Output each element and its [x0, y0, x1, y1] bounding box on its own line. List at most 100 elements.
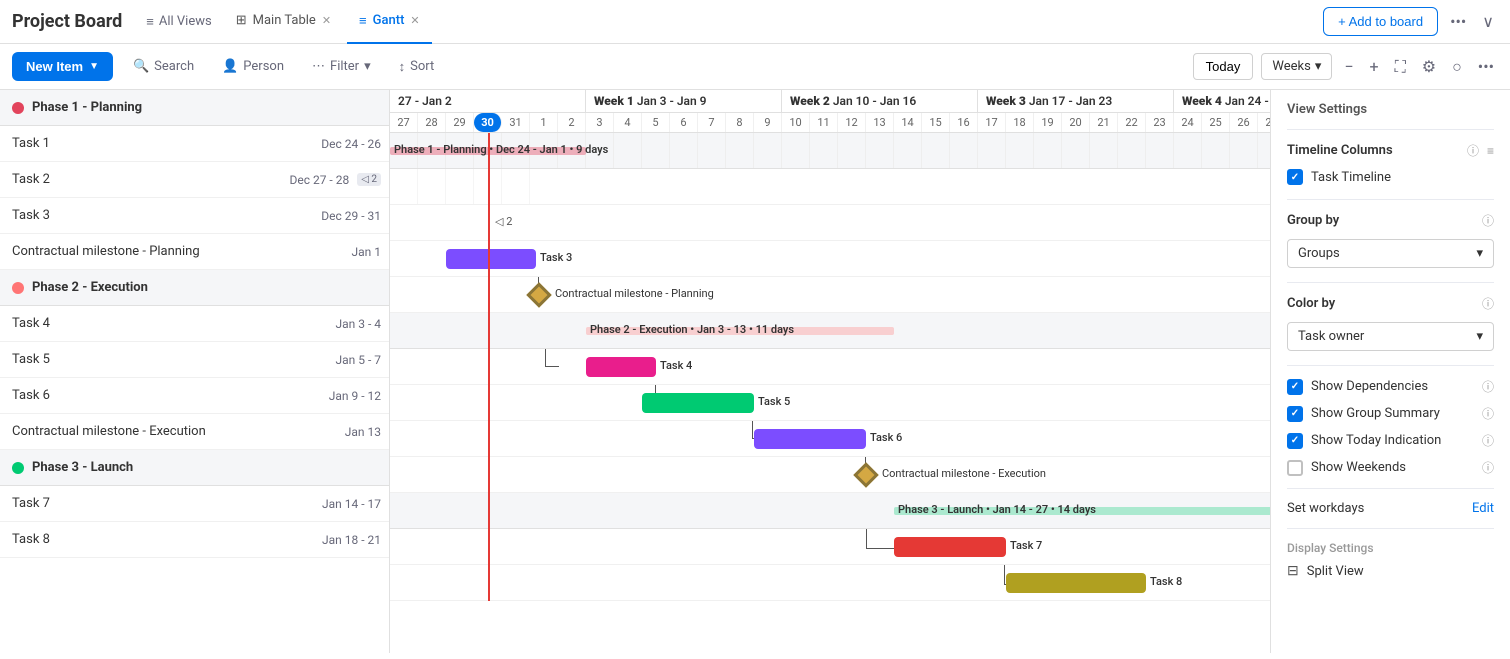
group-by-info-icon[interactable]: ⓘ: [1482, 212, 1494, 229]
gantt-tab[interactable]: ≡ Gantt ✕: [347, 0, 432, 44]
group-by-dropdown[interactable]: Groups ▾: [1287, 239, 1494, 268]
task-1-row[interactable]: Task 1 Dec 24 - 26: [0, 126, 389, 162]
new-item-button[interactable]: New Item ▼: [12, 52, 113, 81]
task8-bar-label: Task 8: [1150, 575, 1182, 588]
gantt-phase1-row: Phase 1 - Planning • Dec 24 - Jan 1 • 9 …: [390, 133, 1270, 169]
more-toolbar-icon[interactable]: •••: [1474, 53, 1498, 80]
task-5-row[interactable]: Task 5 Jan 5 - 7: [0, 342, 389, 378]
gantt-task3-row: Task 3: [390, 241, 1270, 277]
milestone-planning-name: Contractual milestone - Planning: [12, 244, 283, 259]
color-by-dropdown[interactable]: Task owner ▾: [1287, 322, 1494, 351]
expand-icon[interactable]: ⛶: [1391, 53, 1410, 81]
all-views-tab[interactable]: ≡ All Views: [138, 10, 219, 34]
divider-1: [1287, 129, 1494, 130]
task3-bar: [446, 249, 536, 269]
show-today-info-icon[interactable]: ⓘ: [1482, 432, 1494, 449]
add-to-board-button[interactable]: + Add to board: [1323, 7, 1438, 36]
main-content: Phase 1 - Planning Task 1 Dec 24 - 26 Ta…: [0, 90, 1510, 653]
show-dependencies-label: Show Dependencies: [1311, 379, 1474, 394]
gantt-phase3-row: Phase 3 - Launch • Jan 14 - 27 • 14 days: [390, 493, 1270, 529]
task-timeline-checkbox[interactable]: ✓: [1287, 169, 1303, 185]
settings-gear-icon[interactable]: ⚙: [1418, 53, 1440, 80]
person-circle-icon[interactable]: ○: [1448, 53, 1466, 81]
timeline-columns-label: Timeline Columns: [1287, 143, 1459, 158]
divider-5: [1287, 488, 1494, 489]
today-button[interactable]: Today: [1193, 53, 1254, 80]
weeks-selector[interactable]: Weeks ▾: [1261, 53, 1332, 80]
milestone-planning-row[interactable]: Contractual milestone - Planning Jan 1: [0, 234, 389, 270]
show-group-summary-checkbox[interactable]: ✓: [1287, 406, 1303, 422]
task3-date: Dec 29 - 31: [291, 209, 381, 223]
group-phase3[interactable]: Phase 3 - Launch: [0, 450, 389, 486]
zoom-out-icon[interactable]: −: [1340, 53, 1357, 80]
day-6: 6: [670, 113, 698, 132]
gantt-task5-row: Task 5: [390, 385, 1270, 421]
milestone-execution-diamond: [853, 462, 878, 487]
color-by-label: Color by: [1287, 296, 1474, 311]
top-bar: Project Board ≡ All Views ⊞ Main Table ✕…: [0, 0, 1510, 44]
day-10: 10: [782, 113, 810, 132]
day-7: 7: [698, 113, 726, 132]
day-13: 13: [866, 113, 894, 132]
filter-button[interactable]: ⋯ Filter ▾: [304, 55, 379, 78]
milestone-execution-name: Contractual milestone - Execution: [12, 424, 283, 439]
person-button[interactable]: 👤 Person: [214, 55, 292, 78]
split-view-row: ⊟ Split View: [1287, 563, 1494, 579]
day-16: 16: [950, 113, 978, 132]
timeline-columns-info-icon[interactable]: ⓘ: [1467, 142, 1479, 159]
task2-badge: ◁ 2: [357, 173, 381, 186]
task-4-row[interactable]: Task 4 Jan 3 - 4: [0, 306, 389, 342]
task-3-row[interactable]: Task 3 Dec 29 - 31: [0, 198, 389, 234]
task-7-row[interactable]: Task 7 Jan 14 - 17: [0, 486, 389, 522]
gantt-icon: ≡: [359, 13, 367, 29]
phase2-dot: [12, 282, 24, 294]
day-12: 12: [838, 113, 866, 132]
show-dependencies-row: ✓ Show Dependencies ⓘ: [1287, 378, 1494, 395]
milestone-execution-date: Jan 13: [291, 425, 381, 439]
main-table-tab[interactable]: ⊞ Main Table ✕: [224, 0, 343, 44]
search-button[interactable]: 🔍 Search: [125, 55, 202, 78]
sort-button[interactable]: ↕ Sort: [391, 55, 443, 79]
gantt-weeks-row: 27 - Jan 2 Week 1 Jan 3 - Jan 9 Week 2 J…: [390, 90, 1270, 113]
phase1-bar-label: Phase 1 - Planning • Dec 24 - Jan 1 • 9 …: [394, 143, 608, 156]
task5-bar-label: Task 5: [758, 395, 790, 408]
task-8-row[interactable]: Task 8 Jan 18 - 21: [0, 522, 389, 558]
task-6-row[interactable]: Task 6 Jan 9 - 12: [0, 378, 389, 414]
group-phase1[interactable]: Phase 1 - Planning: [0, 90, 389, 126]
task-2-row[interactable]: Task 2 Dec 27 - 28 ◁ 2: [0, 162, 389, 198]
group-phase2[interactable]: Phase 2 - Execution: [0, 270, 389, 306]
show-dependencies-checkbox[interactable]: ✓: [1287, 379, 1303, 395]
collapse-icon[interactable]: ∨: [1478, 8, 1498, 35]
show-group-summary-info-icon[interactable]: ⓘ: [1482, 405, 1494, 422]
set-workdays-row: Set workdays Edit: [1287, 501, 1494, 516]
milestone-execution-row[interactable]: Contractual milestone - Execution Jan 13: [0, 414, 389, 450]
show-weekends-info-icon[interactable]: ⓘ: [1482, 459, 1494, 476]
show-group-summary-label: Show Group Summary: [1311, 406, 1474, 421]
color-by-section: Color by ⓘ Task owner ▾: [1287, 295, 1494, 351]
main-table-pin-icon: ✕: [322, 14, 331, 27]
phase3-bar-label: Phase 3 - Launch • Jan 14 - 27 • 14 days: [898, 503, 1096, 516]
search-icon: 🔍: [133, 59, 149, 74]
show-today-checkbox[interactable]: ✓: [1287, 433, 1303, 449]
phase3-dot: [12, 462, 24, 474]
gantt-phase2-row: Phase 2 - Execution • Jan 3 - 13 • 11 da…: [390, 313, 1270, 349]
gantt-pin-icon: ✕: [410, 14, 419, 27]
more-options-icon[interactable]: •••: [1446, 8, 1470, 35]
phase1-name: Phase 1 - Planning: [32, 100, 381, 115]
timeline-columns-section: Timeline Columns ⓘ ≡ ✓ Task Timeline: [1287, 142, 1494, 185]
filter-dropdown-icon: ▾: [364, 59, 371, 74]
zoom-in-icon[interactable]: +: [1366, 53, 1383, 80]
list-icon: ≡: [146, 14, 154, 30]
day-3: 3: [586, 113, 614, 132]
weeks-dropdown-icon: ▾: [1315, 59, 1322, 74]
group-by-row: Group by ⓘ: [1287, 212, 1494, 229]
show-dependencies-info-icon[interactable]: ⓘ: [1482, 378, 1494, 395]
show-weekends-checkbox[interactable]: [1287, 460, 1303, 476]
color-by-info-icon[interactable]: ⓘ: [1482, 295, 1494, 312]
task7-bar-label: Task 7: [1010, 539, 1042, 552]
sort-icon: ↕: [399, 59, 406, 75]
task-list-panel: Phase 1 - Planning Task 1 Dec 24 - 26 Ta…: [0, 90, 390, 653]
color-by-row: Color by ⓘ: [1287, 295, 1494, 312]
task6-date: Jan 9 - 12: [291, 389, 381, 403]
set-workdays-edit-link[interactable]: Edit: [1472, 501, 1494, 516]
